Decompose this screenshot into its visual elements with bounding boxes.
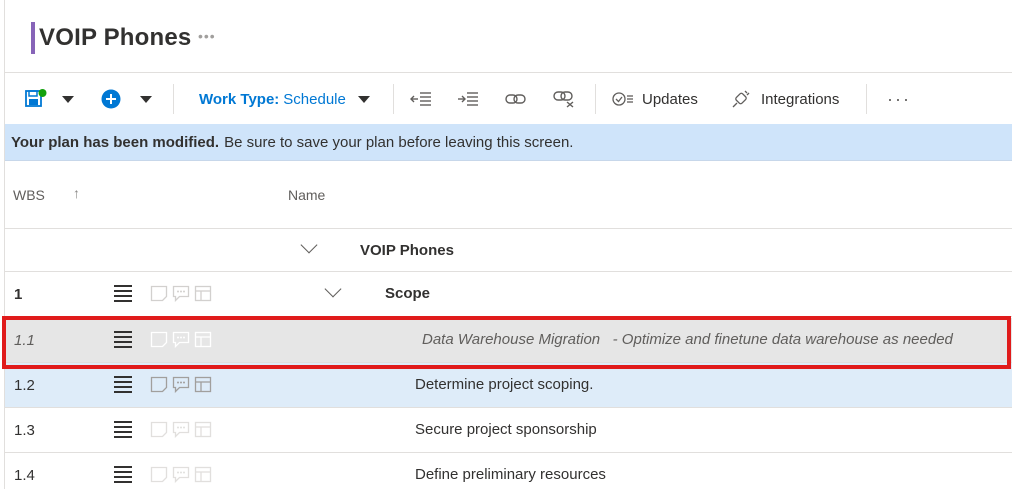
work-type-dropdown[interactable]: Work Type: Schedule bbox=[199, 74, 370, 124]
more-options-button[interactable]: ··· bbox=[887, 74, 911, 124]
row-menu-icon[interactable] bbox=[114, 376, 132, 393]
banner-text: Be sure to save your plan before leaving… bbox=[224, 133, 574, 151]
row-indicators bbox=[150, 466, 212, 483]
plug-icon bbox=[732, 90, 750, 108]
banner-bold-text: Your plan has been modified. bbox=[11, 133, 220, 151]
collapse-chevron-icon[interactable] bbox=[300, 236, 318, 254]
comment-icon[interactable] bbox=[172, 331, 190, 348]
link-icon bbox=[505, 94, 526, 104]
indent-button[interactable] bbox=[457, 74, 479, 124]
board-icon[interactable] bbox=[194, 331, 212, 348]
row-indicators bbox=[150, 376, 212, 393]
row-menu-icon[interactable] bbox=[114, 285, 132, 302]
note-icon[interactable] bbox=[150, 466, 168, 483]
toolbar-divider bbox=[595, 84, 596, 114]
link-button[interactable] bbox=[505, 74, 527, 124]
indent-icon bbox=[458, 92, 478, 106]
page-title: VOIP Phones bbox=[39, 24, 192, 51]
column-header-name[interactable]: Name bbox=[288, 187, 325, 203]
outdent-icon bbox=[410, 92, 431, 106]
outdent-button[interactable] bbox=[410, 74, 432, 124]
title-more-icon[interactable]: ••• bbox=[198, 28, 216, 44]
chevron-down-icon bbox=[140, 95, 152, 103]
table-row[interactable]: 1 Scope bbox=[5, 272, 1012, 317]
comment-icon[interactable] bbox=[172, 285, 190, 302]
unsaved-changes-banner: Your plan has been modified. Be sure to … bbox=[5, 124, 1012, 161]
integrations-label: Integrations bbox=[761, 90, 840, 108]
more-icon: ··· bbox=[887, 88, 911, 109]
row-indicators bbox=[150, 421, 212, 438]
board-icon[interactable] bbox=[194, 421, 212, 438]
task-name[interactable]: Determine project scoping. bbox=[415, 376, 593, 393]
project-summary-row[interactable]: VOIP Phones bbox=[5, 229, 1012, 272]
board-icon[interactable] bbox=[194, 466, 212, 483]
row-menu-icon[interactable] bbox=[114, 331, 132, 348]
plan-header: VOIP Phones ••• bbox=[5, 0, 1012, 73]
table-row[interactable]: 1.4 Define preliminary resources bbox=[5, 453, 1012, 489]
collapse-chevron-icon[interactable] bbox=[324, 280, 342, 298]
note-icon[interactable] bbox=[150, 376, 168, 393]
chevron-down-icon bbox=[357, 95, 370, 103]
unlink-icon bbox=[553, 91, 574, 108]
updates-icon bbox=[612, 92, 633, 106]
updates-label: Updates bbox=[642, 90, 698, 108]
task-name[interactable]: Scope bbox=[385, 285, 430, 302]
row-menu-icon[interactable] bbox=[114, 421, 132, 438]
board-icon[interactable] bbox=[194, 376, 212, 393]
toolbar-divider bbox=[173, 84, 174, 114]
task-name[interactable]: Data Warehouse Migration - Optimize and … bbox=[422, 331, 953, 348]
row-menu-icon[interactable] bbox=[114, 466, 132, 483]
wbs-cell: 1 bbox=[14, 286, 23, 303]
table-row[interactable]: 1.3 Secure project sponsorship bbox=[5, 408, 1012, 453]
add-dropdown[interactable] bbox=[140, 74, 152, 124]
title-accent-bar bbox=[31, 22, 35, 54]
grid-header: WBS ↑ Name bbox=[5, 161, 1012, 229]
note-icon[interactable] bbox=[150, 331, 168, 348]
toolbar: Work Type: Schedule Updates Integrations… bbox=[5, 74, 1012, 124]
wbs-cell: 1.1 bbox=[14, 332, 35, 349]
table-row-selected[interactable]: 1.2 Determine project scoping. bbox=[5, 363, 1012, 408]
chevron-down-icon bbox=[62, 95, 74, 103]
row-indicators bbox=[150, 285, 212, 302]
note-icon[interactable] bbox=[150, 285, 168, 302]
save-dropdown[interactable] bbox=[62, 74, 74, 124]
work-type-key: Work Type: bbox=[199, 90, 280, 108]
table-row-highlighted[interactable]: 1.1 Data Warehouse Migration - Optimize … bbox=[5, 318, 1012, 363]
board-icon[interactable] bbox=[194, 285, 212, 302]
wbs-cell: 1.4 bbox=[14, 467, 35, 484]
comment-icon[interactable] bbox=[172, 376, 190, 393]
add-icon bbox=[101, 89, 121, 109]
sort-arrow-up-icon[interactable]: ↑ bbox=[73, 185, 80, 201]
save-icon bbox=[25, 89, 47, 107]
note-icon[interactable] bbox=[150, 421, 168, 438]
work-type-value: Schedule bbox=[283, 90, 346, 108]
add-task-button[interactable] bbox=[101, 74, 121, 124]
toolbar-divider bbox=[393, 84, 394, 114]
toolbar-divider bbox=[866, 84, 867, 114]
comment-icon[interactable] bbox=[172, 466, 190, 483]
wbs-cell: 1.2 bbox=[14, 377, 35, 394]
task-name[interactable]: Secure project sponsorship bbox=[415, 421, 597, 438]
task-name[interactable]: VOIP Phones bbox=[360, 242, 454, 259]
row-indicators bbox=[150, 331, 212, 348]
comment-icon[interactable] bbox=[172, 421, 190, 438]
updates-button[interactable]: Updates bbox=[612, 74, 698, 124]
column-header-wbs[interactable]: WBS bbox=[13, 187, 45, 203]
wbs-cell: 1.3 bbox=[14, 422, 35, 439]
unlink-button[interactable] bbox=[553, 74, 575, 124]
task-name[interactable]: Define preliminary resources bbox=[415, 466, 606, 483]
integrations-button[interactable]: Integrations bbox=[730, 74, 839, 124]
save-button[interactable] bbox=[25, 74, 47, 124]
